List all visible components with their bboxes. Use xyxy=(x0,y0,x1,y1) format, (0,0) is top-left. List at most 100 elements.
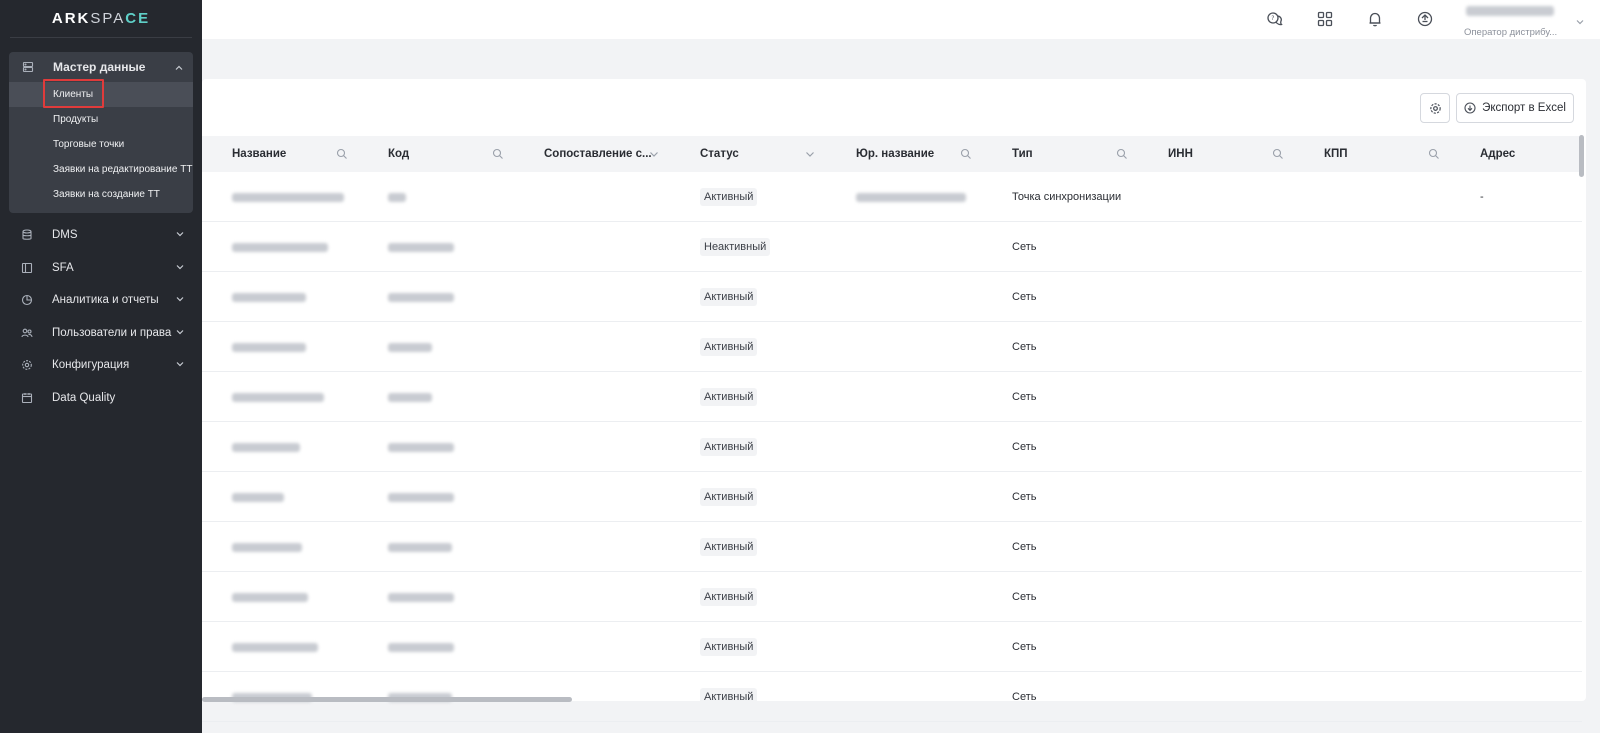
table-settings-button[interactable] xyxy=(1420,93,1450,123)
cell-status: Активный xyxy=(670,372,826,422)
vertical-scrollbar[interactable] xyxy=(1579,135,1584,177)
sidebar-item-data-quality[interactable]: Data Quality xyxy=(0,382,202,415)
cell-name xyxy=(202,522,358,572)
sidebar-subitem-label: Торговые точки xyxy=(53,139,125,150)
redacted-code xyxy=(388,192,406,202)
column-header-kpp[interactable]: КПП xyxy=(1294,136,1450,172)
column-header-label: Название xyxy=(232,148,287,160)
sidebar-subitem-products[interactable]: Продукты xyxy=(9,107,193,132)
redacted-code xyxy=(388,592,454,602)
chevron-down-icon[interactable] xyxy=(804,148,816,160)
type-value: Сеть xyxy=(1012,641,1037,653)
cell-name xyxy=(202,272,358,322)
search-icon[interactable] xyxy=(336,148,348,160)
cell-name xyxy=(202,622,358,672)
cell-kpp xyxy=(1294,572,1450,622)
sidebar-item-config[interactable]: Конфигурация xyxy=(0,349,202,382)
user-menu[interactable]: Оператор дистрибу... xyxy=(1464,6,1584,38)
redacted-legal-name xyxy=(856,192,966,202)
column-header-legal-name[interactable]: Юр. название xyxy=(826,136,982,172)
sidebar-subitem-edit-requests[interactable]: Заявки на редактирование ТТ xyxy=(9,157,193,182)
search-icon[interactable] xyxy=(960,148,972,160)
sidebar-item-label: DMS xyxy=(52,229,78,242)
sidebar-subitem-create-requests[interactable]: Заявки на создание ТТ xyxy=(9,182,193,207)
download-icon xyxy=(1464,102,1476,114)
user-role: Оператор дистрибу... xyxy=(1464,27,1558,38)
redacted-name xyxy=(232,192,344,202)
redacted-code xyxy=(388,292,454,302)
cell-address xyxy=(1450,522,1582,572)
table-row[interactable]: Активный Сеть xyxy=(202,522,1582,572)
redacted-name xyxy=(232,342,306,352)
chevron-down-icon xyxy=(176,362,184,367)
database-icon xyxy=(21,60,35,74)
search-icon[interactable] xyxy=(492,148,504,160)
status-badge: Активный xyxy=(700,338,758,356)
redacted-name xyxy=(232,242,328,252)
column-header-type[interactable]: Тип xyxy=(982,136,1138,172)
chevron-down-icon[interactable] xyxy=(648,148,660,160)
cell-mapping xyxy=(514,472,670,522)
cell-name xyxy=(202,422,358,472)
table-row[interactable]: Активный Сеть xyxy=(202,272,1582,322)
search-icon[interactable] xyxy=(1428,148,1440,160)
column-header-label: Тип xyxy=(1012,148,1033,160)
status-badge: Активный xyxy=(700,188,758,206)
bell-icon[interactable] xyxy=(1366,10,1384,28)
column-header-code[interactable]: Код xyxy=(358,136,514,172)
cell-type: Сеть xyxy=(982,422,1138,472)
redacted-name xyxy=(232,492,284,502)
table-row[interactable]: Активный Сеть xyxy=(202,572,1582,622)
sync-icon[interactable] xyxy=(1416,10,1434,28)
cell-code xyxy=(358,622,514,672)
cell-name xyxy=(202,372,358,422)
cell-code xyxy=(358,422,514,472)
column-header-inn[interactable]: ИНН xyxy=(1138,136,1294,172)
column-header-mapping[interactable]: Сопоставление с... xyxy=(514,136,670,172)
chat-icon[interactable]: ? xyxy=(1266,10,1284,28)
table-row[interactable]: Активный Сеть xyxy=(202,472,1582,522)
search-icon[interactable] xyxy=(1272,148,1284,160)
horizontal-scrollbar[interactable] xyxy=(202,697,572,702)
table-row[interactable]: Активный Сеть xyxy=(202,422,1582,472)
sidebar-subitem-outlets[interactable]: Торговые точки xyxy=(9,132,193,157)
table-row[interactable]: Активный Сеть xyxy=(202,622,1582,672)
gear-icon xyxy=(1429,102,1441,114)
sidebar-subitem-label: Клиенты xyxy=(53,89,94,100)
sidebar-item-analytics[interactable]: Аналитика и отчеты xyxy=(0,284,202,317)
export-excel-button[interactable]: Экспорт в Excel xyxy=(1456,93,1574,123)
cell-type: Сеть xyxy=(982,222,1138,272)
status-badge: Активный xyxy=(700,488,758,506)
sidebar-item-master-data[interactable]: Мастер данные xyxy=(9,52,193,82)
sidebar-item-label: SFA xyxy=(52,261,74,274)
status-badge: Активный xyxy=(700,588,758,606)
column-header-status[interactable]: Статус xyxy=(670,136,826,172)
column-header-name[interactable]: Название xyxy=(202,136,358,172)
sidebar-item-dms[interactable]: DMS xyxy=(0,219,202,252)
table-header: Название Код Сопоставление с... Статус Ю… xyxy=(202,136,1582,172)
cell-type: Сеть xyxy=(982,622,1138,672)
cell-inn xyxy=(1138,472,1294,522)
logo-ark: ARK xyxy=(51,10,91,27)
cell-mapping xyxy=(514,222,670,272)
cell-status: Неактивный xyxy=(670,222,826,272)
column-header-address[interactable]: Адрес xyxy=(1450,136,1582,172)
cell-mapping xyxy=(514,172,670,222)
cell-inn xyxy=(1138,322,1294,372)
search-icon[interactable] xyxy=(1116,148,1128,160)
sidebar-subitem-clients[interactable]: Клиенты xyxy=(9,79,193,108)
apps-grid-icon[interactable] xyxy=(1316,10,1334,28)
table-row[interactable]: Активный Точка синхронизации - xyxy=(202,172,1582,222)
chevron-up-icon xyxy=(175,65,183,70)
cell-inn xyxy=(1138,222,1294,272)
table-row[interactable]: Неактивный Сеть xyxy=(202,222,1582,272)
app-logo[interactable]: ARK SPA CE xyxy=(10,0,192,38)
type-value: Сеть xyxy=(1012,241,1037,253)
redacted-name xyxy=(232,592,308,602)
table-row[interactable]: Активный Сеть xyxy=(202,372,1582,422)
cell-legal-name xyxy=(826,272,982,322)
table-row[interactable]: Активный Сеть xyxy=(202,322,1582,372)
cell-legal-name xyxy=(826,172,982,222)
sidebar-item-users[interactable]: Пользователи и права xyxy=(0,317,202,350)
sidebar-item-sfa[interactable]: SFA xyxy=(0,252,202,285)
